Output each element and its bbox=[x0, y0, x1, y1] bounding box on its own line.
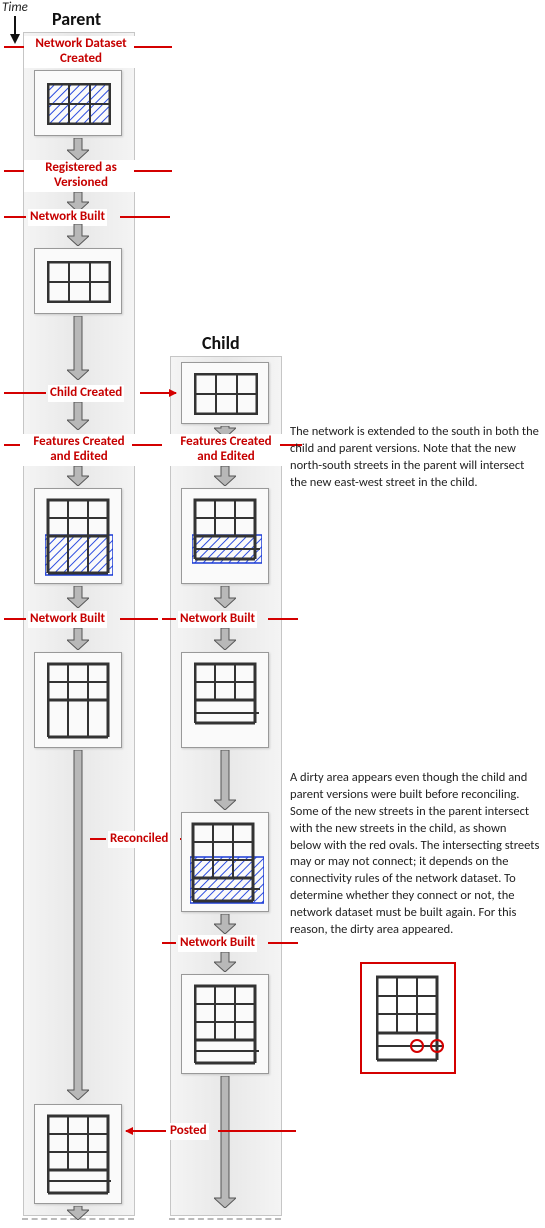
flow-arrow-icon bbox=[214, 628, 236, 650]
event-tick bbox=[268, 942, 298, 944]
state-box-child-1 bbox=[181, 362, 269, 424]
network-icon bbox=[47, 261, 111, 303]
intersection-oval-icon bbox=[410, 1039, 424, 1053]
event-tick bbox=[120, 216, 170, 218]
event-net-built-p2: Network Built bbox=[28, 611, 107, 628]
diagram-canvas: Time Parent Child Network Dataset Create… bbox=[0, 0, 545, 1228]
flow-arrow-icon bbox=[214, 952, 236, 972]
child-lane-continues bbox=[169, 1218, 281, 1220]
time-axis-label: Time bbox=[2, 0, 28, 15]
flow-arrow-icon bbox=[214, 914, 236, 934]
inset-detail-box bbox=[360, 962, 456, 1074]
state-box-parent-2 bbox=[34, 248, 122, 314]
flow-arrow-icon bbox=[214, 466, 236, 486]
event-tick bbox=[268, 618, 298, 620]
explanation-paragraph-1: The network is extended to the south in … bbox=[290, 424, 540, 492]
network-icon bbox=[194, 661, 260, 741]
flow-arrow-icon bbox=[67, 750, 89, 1100]
event-nd-created: Network Dataset Created bbox=[24, 36, 138, 68]
state-box-child-4 bbox=[181, 812, 269, 912]
event-child-created: Child Created bbox=[48, 385, 124, 402]
event-reconciled: Reconciled bbox=[108, 831, 170, 848]
flow-arrow-icon bbox=[214, 750, 236, 810]
event-net-built-c1: Network Built bbox=[178, 611, 257, 628]
event-tick bbox=[218, 1130, 296, 1132]
flow-arrow-icon bbox=[67, 316, 89, 380]
event-features-parent: Features Created and Edited bbox=[22, 434, 136, 466]
flow-arrow-icon bbox=[67, 224, 89, 246]
network-icon bbox=[192, 497, 262, 577]
flow-arrow-icon bbox=[67, 138, 89, 160]
network-icon bbox=[47, 83, 111, 125]
explanation-paragraph-2: A dirty area appears even though the chi… bbox=[290, 770, 540, 939]
flow-arrow-icon bbox=[214, 586, 236, 608]
flow-arrow-icon bbox=[67, 1206, 89, 1220]
event-tick-arrow bbox=[126, 1130, 166, 1132]
flow-arrow-icon bbox=[67, 628, 89, 650]
network-icon bbox=[47, 661, 111, 741]
intersection-oval-icon bbox=[430, 1039, 444, 1053]
state-box-child-3 bbox=[181, 652, 269, 748]
network-icon bbox=[45, 497, 113, 577]
flow-arrow-icon bbox=[67, 466, 89, 486]
event-tick-arrow bbox=[140, 392, 176, 394]
network-icon bbox=[47, 1113, 111, 1197]
event-tick bbox=[4, 216, 26, 218]
state-box-parent-5 bbox=[34, 1104, 122, 1204]
state-box-parent-1 bbox=[34, 70, 122, 136]
time-arrow-icon bbox=[8, 16, 22, 44]
event-tick bbox=[134, 170, 172, 172]
event-tick bbox=[120, 618, 158, 620]
network-icon bbox=[190, 821, 264, 905]
event-tick bbox=[162, 942, 176, 944]
event-tick bbox=[162, 618, 176, 620]
event-tick bbox=[4, 392, 46, 394]
network-icon bbox=[194, 373, 258, 415]
event-posted: Posted bbox=[168, 1123, 209, 1140]
flow-arrow-icon bbox=[214, 1076, 236, 1208]
state-box-child-2 bbox=[181, 488, 269, 584]
event-tick bbox=[132, 444, 162, 446]
event-tick bbox=[4, 46, 24, 48]
state-box-parent-3 bbox=[34, 488, 122, 584]
child-column-title: Child bbox=[202, 332, 240, 354]
state-box-parent-4 bbox=[34, 652, 122, 748]
event-tick bbox=[90, 838, 106, 840]
network-icon bbox=[194, 983, 260, 1067]
event-net-built-c2: Network Built bbox=[178, 935, 257, 952]
state-box-child-5 bbox=[181, 974, 269, 1074]
flow-arrow-icon bbox=[67, 402, 89, 430]
event-tick bbox=[134, 46, 172, 48]
flow-arrow-icon bbox=[67, 586, 89, 608]
parent-column-title: Parent bbox=[52, 8, 101, 30]
event-tick bbox=[4, 170, 24, 172]
event-features-child: Features Created and Edited bbox=[169, 434, 283, 466]
event-registered: Registered as Versioned bbox=[24, 160, 138, 192]
event-tick bbox=[4, 444, 20, 446]
event-tick bbox=[4, 618, 26, 620]
